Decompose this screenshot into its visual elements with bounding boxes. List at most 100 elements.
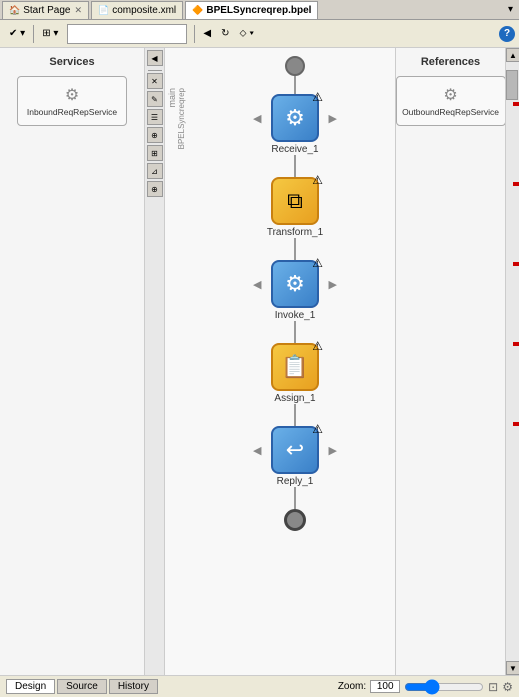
- status-bar: Design Source History Zoom: ⊡ ⚙: [0, 675, 519, 697]
- tab-history[interactable]: History: [109, 679, 158, 694]
- invoke-activity[interactable]: ◀ ⚙ ⚠ ▶: [271, 260, 319, 308]
- receive-arrow-left: ◀: [253, 112, 261, 125]
- reply-activity[interactable]: ◀ ↩ ⚠ ▶: [271, 426, 319, 474]
- tab-start-page-close[interactable]: ✕: [74, 5, 82, 16]
- transform-icon-box: ⧉ ⚠: [271, 177, 319, 225]
- toolbar-box-btn[interactable]: ⊞ ▾: [37, 23, 63, 45]
- vert-collapse-btn[interactable]: ◀: [147, 50, 163, 66]
- settings-btn[interactable]: ⚙: [502, 680, 513, 694]
- scrollbar: ▲ ▼: [505, 48, 519, 675]
- scroll-thumb[interactable]: [506, 70, 518, 100]
- main-toolbar: ✔ ▾ ⊞ ▾ ◀ ↻ ⬦ ▾ ?: [0, 20, 519, 48]
- connector-1: [294, 155, 296, 177]
- help-button[interactable]: ?: [499, 26, 515, 42]
- canvas-main-label: main: [167, 88, 177, 108]
- vert-tool-3[interactable]: ☰: [147, 109, 163, 125]
- zoom-input[interactable]: [370, 680, 400, 693]
- reply-arrow-right: ▶: [329, 444, 337, 457]
- connector-0: [294, 76, 296, 94]
- tab-bpel[interactable]: 🔶 BPELSyncreqrep.bpel: [185, 1, 318, 19]
- reply-warning: ⚠: [312, 422, 323, 436]
- invoke-label: Invoke_1: [275, 310, 316, 321]
- red-marker-3: [513, 262, 519, 266]
- scroll-up-btn[interactable]: ▲: [506, 48, 519, 62]
- canvas-bpel-label: BPELSyncreqrep: [177, 88, 186, 149]
- vert-tool-6[interactable]: ⊿: [147, 163, 163, 179]
- transform-label: Transform_1: [267, 227, 323, 238]
- vert-tool-4[interactable]: ⊕: [147, 127, 163, 143]
- tab-overflow-btn[interactable]: ▾: [504, 4, 517, 15]
- vert-tool-2[interactable]: ✎: [147, 91, 163, 107]
- toolbar-nav-btn[interactable]: ⬦ ▾: [234, 23, 259, 45]
- connector-2: [294, 238, 296, 260]
- outbound-service-box[interactable]: ⚙ OutboundReqRepService: [396, 76, 506, 126]
- tab-design[interactable]: Design: [6, 679, 55, 694]
- zoom-slider[interactable]: [404, 679, 484, 695]
- zoom-label: Zoom:: [338, 681, 366, 692]
- assign-icon-box: 📋 ⚠: [271, 343, 319, 391]
- connector-3: [294, 321, 296, 343]
- assign-label: Assign_1: [274, 393, 315, 404]
- references-title: References: [421, 56, 480, 68]
- receive-arrow-right: ▶: [329, 112, 337, 125]
- vert-tool-7[interactable]: ⊕: [147, 181, 163, 197]
- end-node: [284, 509, 306, 531]
- reply-icon: ↩: [286, 437, 304, 463]
- connector-4: [294, 404, 296, 426]
- toolbar-sep-1: [33, 25, 34, 43]
- toolbar-check-btn[interactable]: ✔ ▾: [4, 23, 30, 45]
- assign-node[interactable]: 📋 ⚠ Assign_1: [271, 343, 319, 404]
- tab-bpel-label: BPELSyncreqrep.bpel: [206, 5, 311, 16]
- reply-icon-box: ↩ ⚠: [271, 426, 319, 474]
- transform-node[interactable]: ⧉ ⚠ Transform_1: [267, 177, 323, 238]
- start-circle: [285, 56, 305, 76]
- transform-warning: ⚠: [312, 173, 323, 187]
- assign-activity[interactable]: 📋 ⚠: [271, 343, 319, 391]
- status-tabs: Design Source History: [6, 679, 158, 694]
- main-area: Services ⚙ InboundReqRepService ◀ ✕ ✎ ☰ …: [0, 48, 519, 675]
- vert-tool-5[interactable]: ⊞: [147, 145, 163, 161]
- red-marker-1: [513, 102, 519, 106]
- fit-btn[interactable]: ⊡: [488, 680, 498, 694]
- invoke-arrow-right: ▶: [329, 278, 337, 291]
- bpel-flow: ◀ ⚙ ⚠ ▶ Receive_1 ⧉ ⚠ Tran: [195, 48, 395, 675]
- connector-5: [294, 487, 296, 509]
- scroll-down-btn[interactable]: ▼: [506, 661, 519, 675]
- transform-activity[interactable]: ⧉ ⚠: [271, 177, 319, 225]
- composite-icon: 📄: [98, 5, 109, 16]
- outbound-service-label: OutboundReqRepService: [402, 107, 499, 117]
- reply-node[interactable]: ◀ ↩ ⚠ ▶ Reply_1: [271, 426, 319, 487]
- services-panel: Services ⚙ InboundReqRepService: [0, 48, 145, 675]
- vert-toolbar: ◀ ✕ ✎ ☰ ⊕ ⊞ ⊿ ⊕: [145, 48, 165, 675]
- receive-warning: ⚠: [312, 90, 323, 104]
- invoke-gear: ⚙: [285, 271, 305, 297]
- invoke-arrow-left: ◀: [253, 278, 261, 291]
- bpel-icon: 🔶: [192, 5, 203, 16]
- reply-arrow-left: ◀: [253, 444, 261, 457]
- invoke-node[interactable]: ◀ ⚙ ⚠ ▶ Invoke_1: [271, 260, 319, 321]
- tab-bar: 🏠 Start Page ✕ 📄 composite.xml 🔶 BPELSyn…: [0, 0, 519, 20]
- tab-start-page-label: Start Page: [23, 5, 70, 16]
- toolbar-refresh-btn[interactable]: ↻: [216, 23, 234, 45]
- start-page-icon: 🏠: [9, 5, 20, 16]
- receive-activity[interactable]: ◀ ⚙ ⚠ ▶: [271, 94, 319, 142]
- red-marker-4: [513, 342, 519, 346]
- tab-source[interactable]: Source: [57, 679, 107, 694]
- canvas-area: main BPELSyncreqrep ◀ ⚙ ⚠ ▶ Receive_1: [165, 48, 395, 675]
- toolbar-dropdown[interactable]: [67, 24, 187, 44]
- scroll-track[interactable]: [506, 62, 519, 661]
- toolbar-back-btn[interactable]: ◀: [198, 23, 216, 45]
- assign-warning: ⚠: [312, 339, 323, 353]
- vert-tool-1[interactable]: ✕: [147, 73, 163, 89]
- tab-start-page[interactable]: 🏠 Start Page ✕: [2, 1, 89, 19]
- references-panel: References ⚙ OutboundReqRepService: [395, 48, 505, 675]
- services-title: Services: [49, 56, 94, 68]
- inbound-gear-icon: ⚙: [65, 85, 79, 105]
- inbound-service-box[interactable]: ⚙ InboundReqRepService: [17, 76, 127, 126]
- receive-label: Receive_1: [271, 144, 318, 155]
- receive-node[interactable]: ◀ ⚙ ⚠ ▶ Receive_1: [271, 94, 319, 155]
- tab-composite[interactable]: 📄 composite.xml: [91, 1, 183, 19]
- start-node: [285, 56, 305, 76]
- invoke-icon-box: ⚙ ⚠: [271, 260, 319, 308]
- end-circle: [284, 509, 306, 531]
